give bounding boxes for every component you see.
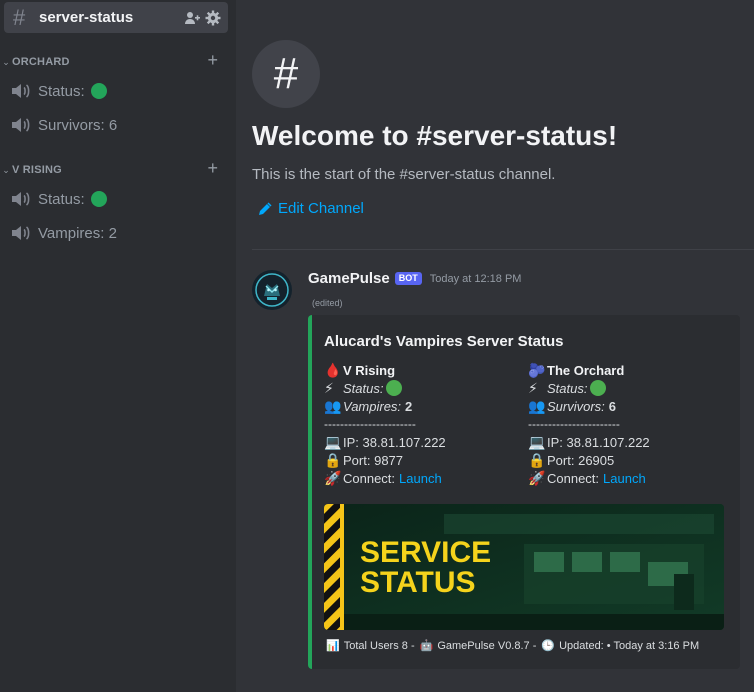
voice-channel-label: Status: [38, 190, 85, 208]
edit-channel-link[interactable]: Edit Channel [258, 200, 364, 217]
server-column-v-rising: 🩸 V Rising ⚡ Status: 👥 Vampires: 2 ---------… [324, 361, 524, 487]
voice-channel-vrising-status[interactable]: Status: [10, 185, 107, 213]
ip-label: IP: [547, 434, 563, 450]
rocket-icon: 🚀 [324, 469, 342, 486]
chat-area: # Welcome to #server-status! This is the… [236, 0, 754, 692]
status-online-dot [90, 191, 107, 207]
clock-icon: 🕒 [541, 640, 556, 652]
lightning-icon: ⚡ [528, 379, 538, 396]
edit-channel-label: Edit Channel [278, 200, 364, 217]
launch-link[interactable]: Launch [603, 471, 646, 486]
text-channel-icon: # [13, 4, 26, 30]
service-status-banner[interactable]: SERVICE STATUS [324, 504, 724, 630]
author-name[interactable]: GamePulse [308, 270, 390, 287]
invite-member-icon[interactable] [184, 10, 200, 26]
banner-line1: SERVICE [360, 536, 491, 569]
discord-window: # server-status ⌄ ORCHARD + Status: Surv… [0, 0, 754, 692]
bot-badge: BOT [394, 272, 422, 285]
connect-label: Connect: [343, 470, 396, 486]
footer-updated: Updated: • Today at 3:16 PM [559, 639, 700, 652]
blood-drop-icon: 🩸 [324, 361, 342, 378]
divider [252, 249, 754, 250]
status-label: Status: [547, 380, 588, 396]
category-orchard[interactable]: ⌄ ORCHARD + [0, 50, 236, 71]
channel-hash-icon: # [252, 40, 320, 108]
blueberries-icon: 🫐 [528, 361, 546, 378]
add-channel-icon[interactable]: + [207, 158, 218, 179]
ip-label: IP: [343, 434, 359, 450]
footer-version: GamePulse V0.8.7 - [437, 639, 537, 652]
computer-icon: 💻 [324, 433, 342, 450]
message-header: GamePulse BOT Today at 12:18 PM [308, 270, 521, 287]
channel-sidebar: # server-status ⌄ ORCHARD + Status: Surv… [0, 0, 236, 692]
port-value: 9877 [374, 452, 404, 468]
server-name: The Orchard [547, 362, 625, 378]
count-label: Survivors: [547, 398, 605, 414]
lock-icon: 🔒 [324, 451, 342, 468]
speaker-icon [12, 84, 30, 98]
port-label: Port: [343, 452, 371, 468]
message-timestamp: Today at 12:18 PM [429, 272, 522, 285]
voice-channel-orchard-survivors[interactable]: Survivors: 6 [10, 111, 117, 139]
speaker-icon [12, 118, 30, 132]
player-count: 2 [405, 398, 413, 414]
gear-icon[interactable] [205, 10, 221, 26]
status-online-dot [90, 83, 107, 99]
welcome-title: Welcome to #server-status! [252, 120, 618, 151]
port-value: 26905 [578, 452, 615, 468]
separator: ----------------------- [324, 417, 416, 431]
server-column-orchard: 🫐 The Orchard ⚡ Status: 👥 Survivors: 6 -----… [528, 361, 728, 487]
banner-line2: STATUS [360, 566, 476, 599]
lightning-icon: ⚡ [324, 379, 334, 396]
category-label: ORCHARD [12, 56, 70, 68]
separator: ----------------------- [528, 417, 620, 431]
add-channel-icon[interactable]: + [207, 50, 218, 71]
voice-channel-label: Survivors: 6 [38, 116, 118, 134]
speaker-icon [12, 192, 30, 206]
voice-channel-label: Vampires: 2 [38, 224, 117, 242]
chevron-down-icon: ⌄ [2, 164, 10, 175]
ip-value: 38.81.107.222 [362, 434, 446, 450]
status-online-dot [590, 380, 607, 396]
voice-channel-label: Status: [38, 82, 85, 100]
users-icon: 👥 [528, 397, 546, 414]
chart-icon: 📊 [326, 640, 340, 652]
voice-channel-orchard-status[interactable]: Status: [10, 77, 107, 105]
rocket-icon: 🚀 [528, 469, 546, 486]
embed-title: Alucard's Vampires Server Status [324, 333, 564, 350]
status-label: Status: [343, 380, 384, 396]
player-count: 6 [608, 398, 617, 414]
launch-link[interactable]: Launch [399, 471, 442, 486]
ip-value: 38.81.107.222 [566, 434, 650, 450]
channel-name: server-status [39, 9, 134, 26]
avatar[interactable] [252, 270, 292, 310]
footer-users: Total Users 8 - [343, 639, 415, 652]
edited-label: (edited) [312, 298, 343, 308]
channel-item-server-status[interactable]: # server-status [4, 2, 228, 33]
port-label: Port: [547, 452, 575, 468]
speaker-icon [12, 226, 30, 240]
channel-start-text: This is the start of the #server-status … [252, 166, 556, 183]
voice-channel-vrising-vampires[interactable]: Vampires: 2 [10, 219, 117, 247]
computer-icon: 💻 [528, 433, 546, 450]
status-embed: Alucard's Vampires Server Status 🩸 V Risi… [308, 315, 740, 669]
chevron-down-icon: ⌄ [2, 56, 10, 67]
category-label: V RISING [12, 164, 62, 176]
robot-icon: 🤖 [419, 640, 434, 652]
lock-icon: 🔒 [528, 451, 546, 468]
status-online-dot [386, 380, 403, 396]
users-icon: 👥 [324, 397, 342, 414]
count-label: Vampires: [343, 398, 402, 414]
category-v-rising[interactable]: ⌄ V RISING + [0, 158, 236, 179]
embed-footer: 📊 Total Users 8 - 🤖 GamePulse V0.8.7 - 🕒… [326, 639, 700, 653]
pencil-icon [259, 201, 272, 215]
connect-label: Connect: [547, 470, 600, 486]
server-name: V Rising [343, 362, 396, 378]
